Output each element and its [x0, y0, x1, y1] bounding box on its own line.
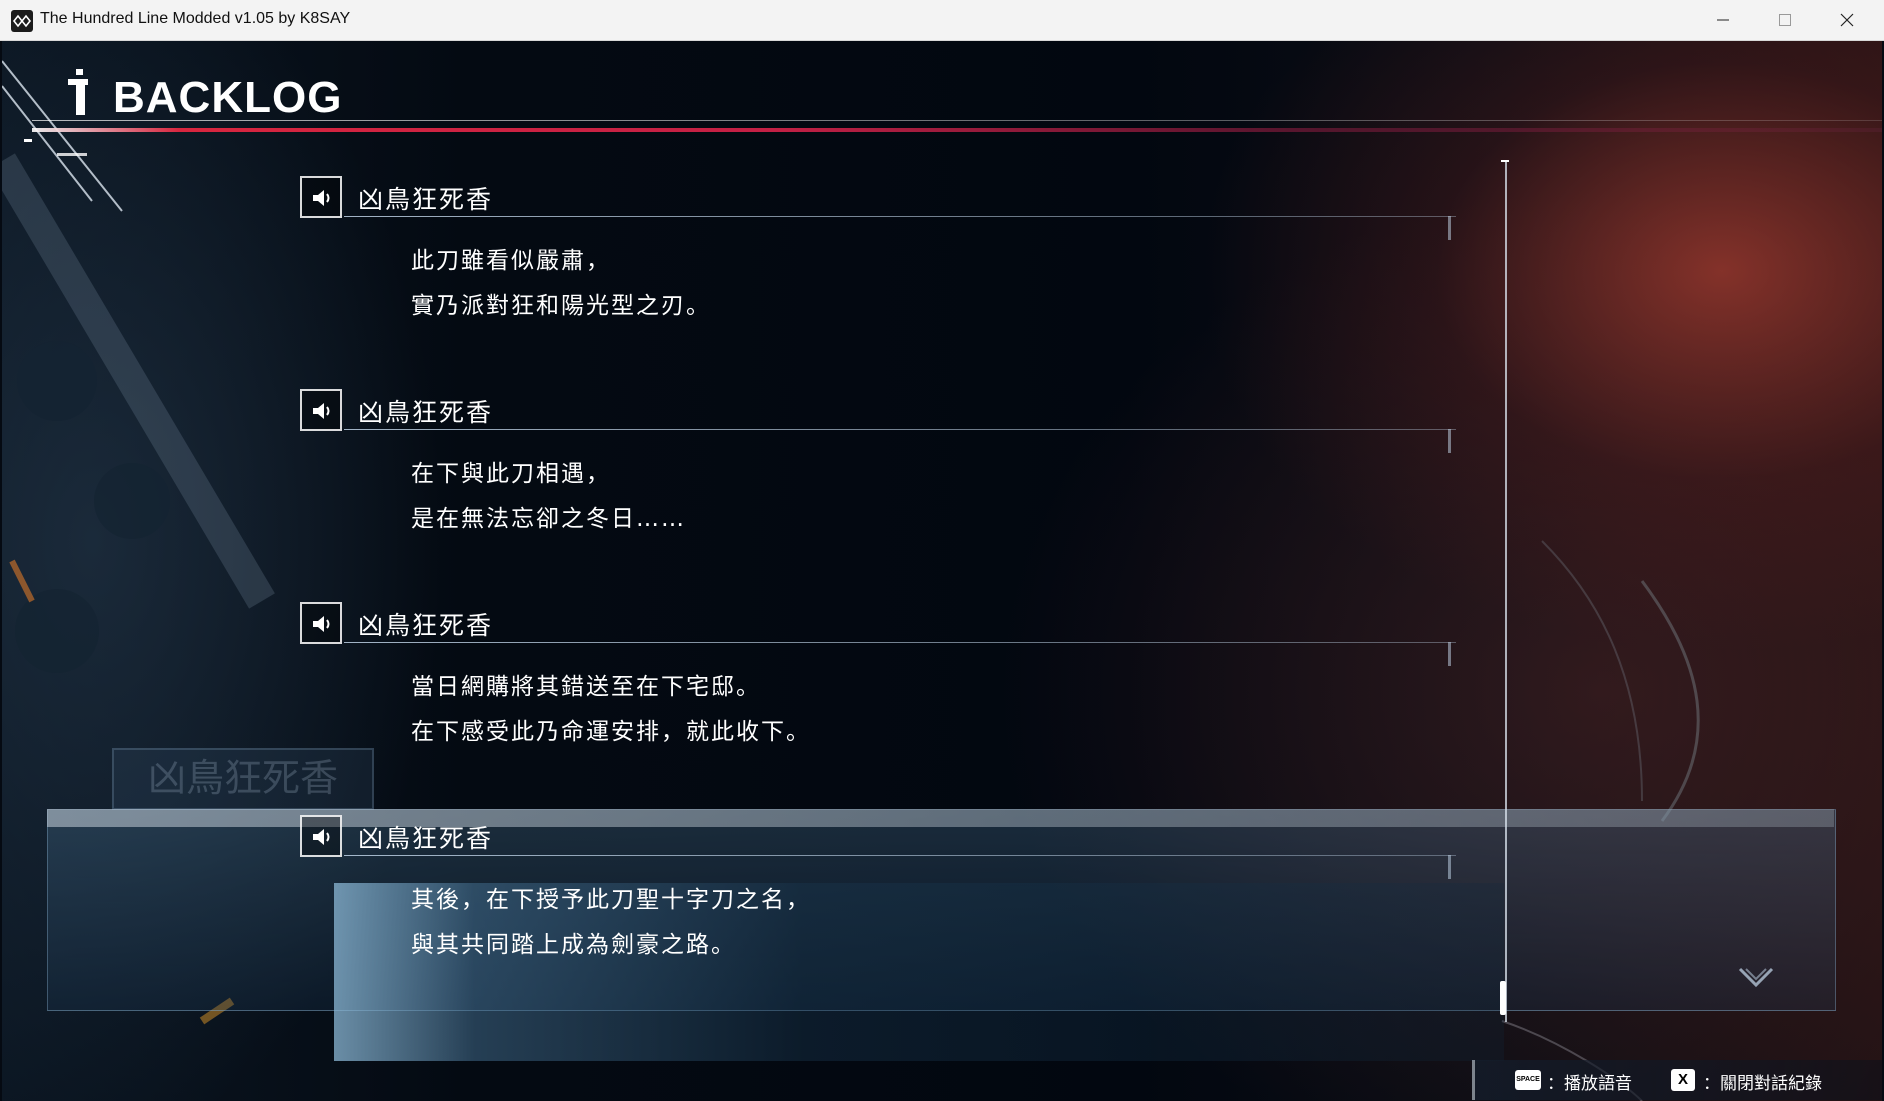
close-icon [1840, 13, 1854, 27]
backlog-entry[interactable]: 凶鳥狂死香 在下與此刀相遇， 是在無法忘卻之冬日…… [300, 389, 1460, 589]
scrollbar-thumb[interactable] [1500, 981, 1506, 1015]
window-titlebar: The Hundred Line Modded v1.05 by K8SAY [0, 0, 1884, 41]
entry-underline [344, 642, 1456, 643]
dialogue-line: 在下與此刀相遇， [411, 461, 611, 487]
speaker-name: 凶鳥狂死香 [358, 824, 494, 853]
speaker-name: 凶鳥狂死香 [358, 611, 494, 640]
play-voice-button[interactable] [300, 176, 342, 218]
next-arrow-icon [1738, 967, 1774, 988]
backlog-entry[interactable]: 凶鳥狂死香 當日網購將其錯送至在下宅邸。 在下感受此乃命運安排，就此收下。 [300, 602, 1460, 802]
header-divider-thin [32, 120, 1882, 121]
entry-tick [1448, 216, 1451, 240]
play-voice-button[interactable] [300, 815, 342, 857]
entry-tick [1448, 642, 1451, 666]
dialogue-line: 其後，在下授予此刀聖十字刀之名， [411, 887, 811, 913]
entry-underline [344, 429, 1456, 430]
dialogue-line: 與其共同踏上成為劍豪之路。 [411, 932, 736, 958]
control-hints-bar: SPACE ：播放語音 X ：關閉對話紀錄 [1472, 1060, 1882, 1100]
game-viewport: 凶鳥狂死香 BACKLOG 凶鳥狂死香 此刀雖看似嚴肅， 實乃派對狂和陽光型之刃… [2, 41, 1882, 1101]
minimize-icon [1717, 19, 1729, 21]
close-button[interactable] [1816, 0, 1878, 41]
dialogue-line: 在下感受此乃命運安排，就此收下。 [411, 719, 811, 745]
close-backlog-hint[interactable]: ：關閉對話紀錄 [1703, 1069, 1822, 1094]
dialogue-line: 實乃派對狂和陽光型之刃。 [411, 293, 711, 319]
scrollbar-track[interactable] [1505, 162, 1507, 1022]
entry-underline [344, 855, 1456, 856]
backlog-entry-selected[interactable]: 凶鳥狂死香 其後，在下授予此刀聖十字刀之名， 與其共同踏上成為劍豪之路。 [300, 815, 1460, 1015]
maximize-button[interactable] [1754, 0, 1816, 41]
speaker-icon [313, 829, 330, 845]
entry-tick [1448, 855, 1451, 879]
dialogue-line: 是在無法忘卻之冬日…… [411, 506, 686, 532]
minimize-button[interactable] [1692, 0, 1754, 41]
maximize-icon [1779, 14, 1791, 26]
speaker-icon [313, 190, 330, 206]
entry-underline [344, 216, 1456, 217]
window-title: The Hundred Line Modded v1.05 by K8SAY [40, 10, 351, 27]
dialogue-line: 當日網購將其錯送至在下宅邸。 [411, 674, 761, 700]
space-key-icon: SPACE [1515, 1070, 1541, 1090]
play-voice-button[interactable] [300, 602, 342, 644]
play-voice-button[interactable] [300, 389, 342, 431]
play-voice-hint[interactable]: ：播放語音 [1547, 1069, 1632, 1094]
entry-tick [1448, 429, 1451, 453]
app-logo-icon [11, 10, 33, 32]
header-divider [32, 128, 1882, 132]
backlog-entry[interactable]: 凶鳥狂死香 此刀雖看似嚴肅， 實乃派對狂和陽光型之刃。 [300, 176, 1460, 376]
speaker-icon [313, 616, 330, 632]
speaker-name: 凶鳥狂死香 [358, 185, 494, 214]
backlog-title: BACKLOG [113, 73, 343, 122]
dialogue-line: 此刀雖看似嚴肅， [411, 248, 611, 274]
speaker-icon [313, 403, 330, 419]
x-key-icon: X [1671, 1069, 1695, 1091]
speaker-name: 凶鳥狂死香 [358, 398, 494, 427]
